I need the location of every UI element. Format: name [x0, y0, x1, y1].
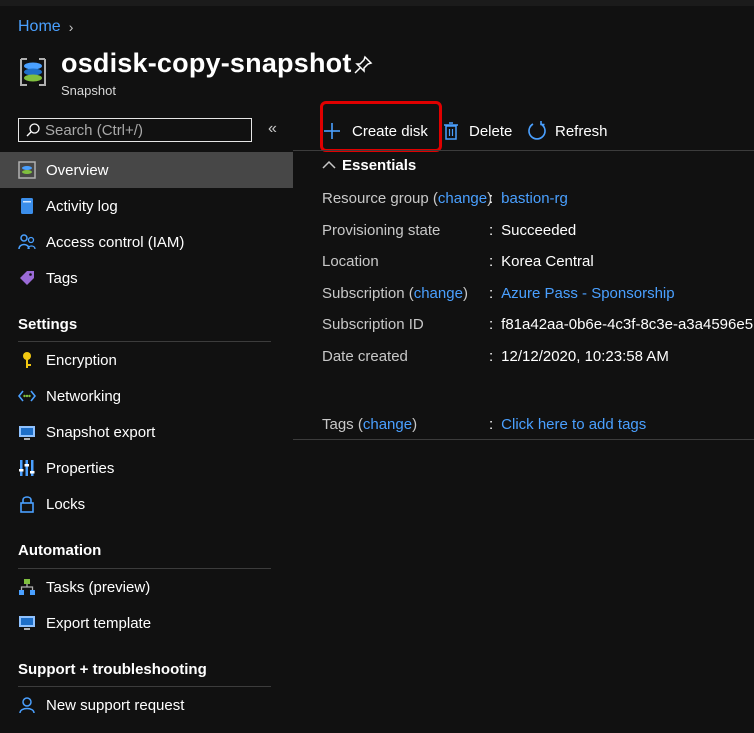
sidebar-item-label: Export template — [46, 615, 152, 632]
network-icon — [18, 390, 36, 402]
collapse-menu-button[interactable]: « — [268, 120, 277, 138]
sidebar-item-overview[interactable]: Overview — [0, 152, 293, 188]
key-icon — [23, 352, 31, 368]
top-bar — [0, 0, 754, 6]
breadcrumb-home[interactable]: Home — [18, 18, 61, 36]
sidebar-item-tasks[interactable]: Tasks (preview) — [0, 569, 293, 605]
search-box — [18, 118, 252, 142]
tags-value: : Click here to add tags — [489, 416, 647, 433]
date-created-value: :12/12/2020, 10:23:58 AM — [489, 348, 669, 365]
sidebar-item-export-template[interactable]: Export template — [0, 605, 293, 641]
breadcrumb: Home › — [18, 18, 73, 36]
sidebar-item-label: Encryption — [46, 352, 117, 369]
subscription-label: Subscription (change) — [322, 285, 468, 302]
support-icon — [19, 697, 35, 714]
resource-group-link[interactable]: bastion-rg — [501, 190, 568, 207]
resource-group-value: : bastion-rg — [489, 190, 568, 207]
page-subtitle: Snapshot — [61, 83, 116, 98]
sidebar-item-label: New support request — [46, 697, 185, 714]
pin-icon[interactable] — [352, 54, 374, 76]
delete-button[interactable]: Delete — [443, 121, 512, 141]
sidebar-item-snapshot-export[interactable]: Snapshot export — [0, 414, 293, 450]
sidebar-item-label: Access control (IAM) — [46, 234, 185, 251]
template-icon — [19, 616, 35, 630]
essentials-bottom-divider — [293, 439, 754, 440]
sidebar-item-label: Overview — [46, 162, 109, 179]
essentials-header: Essentials — [342, 157, 417, 174]
tasks-icon — [19, 579, 35, 595]
export-icon — [19, 426, 35, 440]
highlight-annotation — [320, 101, 442, 152]
toolbar-divider — [293, 150, 754, 151]
refresh-icon — [528, 121, 546, 140]
snapshot-icon — [20, 58, 46, 86]
sidebar-item-label: Activity log — [46, 198, 118, 215]
sidebar-item-access-control[interactable]: Access control (IAM) — [0, 224, 293, 260]
sidebar-item-locks[interactable]: Locks — [0, 486, 293, 522]
properties-icon — [19, 460, 35, 476]
change-subscription-link[interactable]: change — [414, 285, 463, 302]
location-value: : Korea Central — [489, 253, 594, 270]
location-label: Location — [322, 253, 379, 270]
sidebar-item-label: Properties — [46, 460, 115, 477]
sidebar-item-properties[interactable]: Properties — [0, 450, 293, 486]
subscription-link[interactable]: Azure Pass - Sponsorship — [501, 285, 674, 302]
sidebar-item-label: Locks — [46, 496, 86, 513]
delete-label: Delete — [469, 122, 513, 140]
sidebar-item-label: Tasks (preview) — [46, 579, 151, 596]
support-section-header: Support + troubleshooting — [18, 661, 207, 678]
subscription-id-label: Subscription ID — [322, 316, 424, 333]
sidebar-item-encryption[interactable]: Encryption — [0, 342, 293, 378]
provisioning-state-label: Provisioning state — [322, 222, 441, 239]
change-resource-group-link[interactable]: change — [438, 190, 487, 207]
search-icon — [26, 123, 40, 137]
resource-group-label: Resource group (change) — [322, 190, 493, 207]
refresh-button[interactable]: Refresh — [527, 121, 608, 141]
breadcrumb-separator: › — [68, 19, 74, 35]
settings-section-header: Settings — [18, 316, 78, 333]
automation-section-header: Automation — [18, 542, 102, 559]
sidebar-item-label: Tags — [46, 270, 78, 287]
sidebar-item-label: Snapshot export — [46, 424, 156, 441]
subscription-value: : Azure Pass - Sponsorship — [489, 285, 675, 302]
add-tags-link[interactable]: Click here to add tags — [501, 416, 646, 433]
refresh-label: Refresh — [555, 122, 608, 140]
people-icon — [18, 234, 36, 250]
tag-icon — [20, 271, 34, 285]
chevron-up-icon[interactable] — [322, 160, 336, 170]
trash-icon — [444, 122, 458, 140]
tags-label: Tags (change) — [322, 416, 418, 433]
lock-icon — [20, 496, 34, 513]
sidebar-item-new-support-request[interactable]: New support request — [0, 687, 293, 723]
sidebar-item-label: Networking — [46, 388, 122, 405]
sidebar-item-networking[interactable]: Networking — [0, 378, 293, 414]
page-title: osdisk-copy-snapshot — [61, 48, 352, 78]
activity-log-icon — [21, 198, 33, 214]
date-created-label: Date created — [322, 348, 408, 365]
subscription-id-value: : f81a42aa-0b6e-4c3f-8c3e-a3a4596e51e — [489, 316, 754, 333]
change-tags-link[interactable]: change — [363, 416, 412, 433]
provisioning-state-value: : Succeeded — [489, 222, 577, 239]
overview-icon — [18, 161, 36, 179]
sidebar-item-tags[interactable]: Tags — [0, 260, 293, 296]
sidebar-item-activity-log[interactable]: Activity log — [0, 188, 293, 224]
search-input[interactable] — [45, 120, 245, 140]
